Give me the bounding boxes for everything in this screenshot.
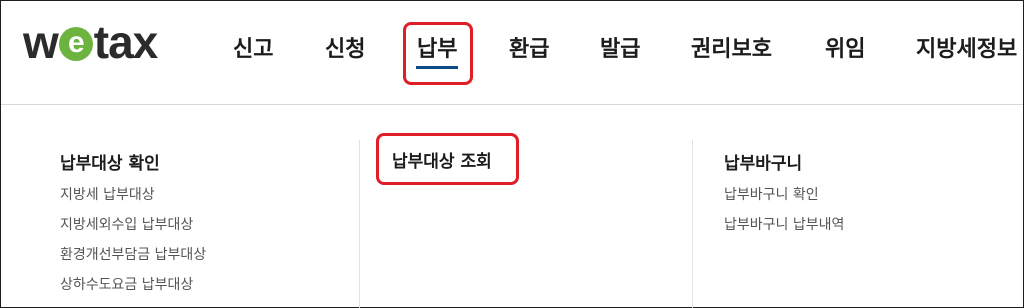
col1-title[interactable]: 납부대상 확인 — [60, 149, 160, 174]
column-divider-1 — [359, 140, 360, 308]
nav-item-delegate[interactable]: 위임 — [825, 31, 865, 63]
nav-item-issue[interactable]: 발급 — [600, 31, 640, 63]
col3-title[interactable]: 납부바구니 — [724, 149, 802, 174]
menu-link-cart-history[interactable]: 납부바구니 납부내역 — [724, 214, 844, 234]
nav-item-report[interactable]: 신고 — [233, 31, 273, 63]
top-header: w e tax 신고 신청 납부 환급 발급 권리보호 위임 지방세정보 — [1, 1, 1023, 105]
nav-item-rights[interactable]: 권리보호 — [691, 31, 772, 63]
menu-link-local-tax[interactable]: 지방세 납부대상 — [60, 184, 155, 204]
logo-e-icon: e — [58, 27, 93, 61]
menu-link-cart-check[interactable]: 납부바구니 확인 — [724, 184, 819, 204]
column-divider-2 — [692, 140, 693, 308]
wetax-logo[interactable]: w e tax — [23, 19, 158, 65]
highlight-box-nav-pay — [403, 22, 473, 85]
logo-tax: tax — [93, 16, 158, 68]
menu-link-water-fee[interactable]: 상하수도요금 납부대상 — [60, 274, 193, 294]
nav-item-apply[interactable]: 신청 — [325, 31, 365, 63]
logo-w: w — [23, 16, 59, 68]
menu-link-environment-charge[interactable]: 환경개선부담금 납부대상 — [60, 244, 206, 264]
nav-item-tax-info[interactable]: 지방세정보 — [916, 31, 1017, 63]
nav-item-refund[interactable]: 환급 — [509, 31, 549, 63]
menu-link-nontax-revenue[interactable]: 지방세외수입 납부대상 — [60, 214, 193, 234]
highlight-box-lookup — [376, 133, 519, 185]
